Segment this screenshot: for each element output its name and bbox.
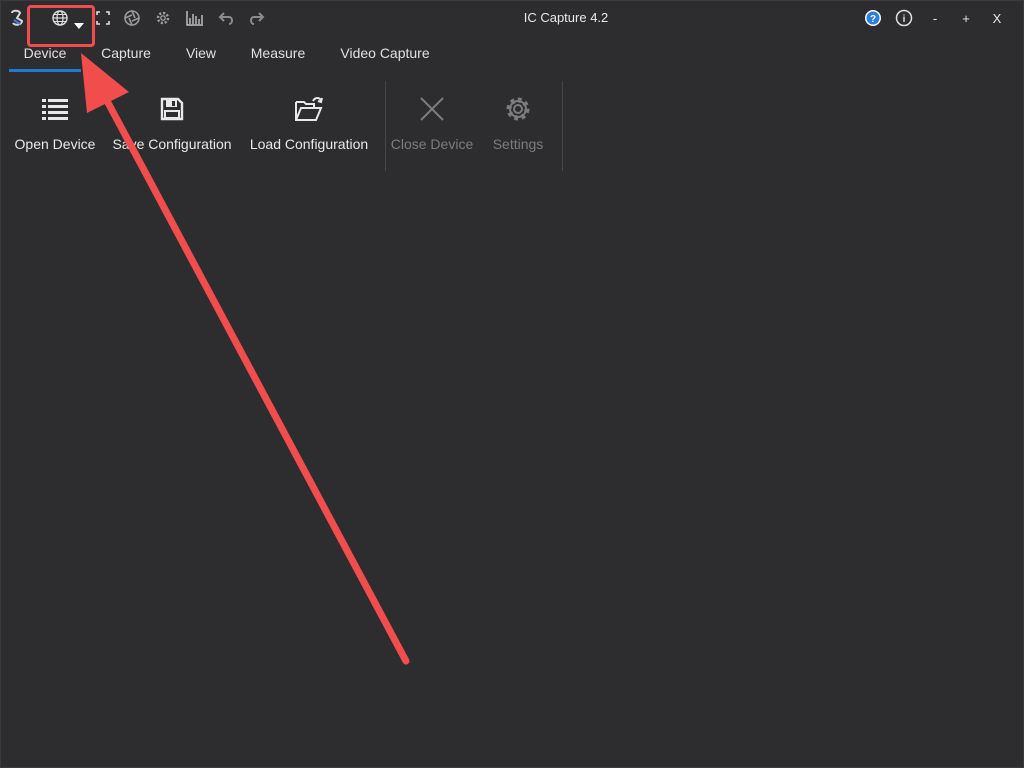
settings-button[interactable]: Settings [485,79,551,171]
app-logo-icon [7,9,27,27]
close-window-button[interactable]: X [987,8,1007,28]
info-icon: i [903,14,906,25]
app-window: IC Capture 4.2 ? i - + X Device Capture … [0,0,1024,768]
tab-measure[interactable]: Measure [231,41,325,71]
tab-capture[interactable]: Capture [81,41,171,71]
open-folder-icon [294,95,324,123]
save-configuration-button[interactable]: Save Configuration [109,79,235,171]
help-button[interactable]: ? [863,8,883,28]
tab-video-capture[interactable]: Video Capture [325,41,445,71]
open-device-button[interactable]: Open Device [9,79,101,171]
gear-icon [503,95,533,123]
minimize-button[interactable]: - [925,8,945,28]
settings-label: Settings [492,136,544,152]
fullscreen-icon[interactable] [93,9,113,27]
annotation-highlight-box [27,5,95,47]
aperture-icon[interactable] [122,9,142,27]
floppy-disk-icon [160,95,184,123]
maximize-button[interactable]: + [956,8,976,28]
close-x-icon [419,95,445,123]
ribbon-separator [562,81,563,171]
open-device-label: Open Device [14,136,96,152]
close-device-button[interactable]: Close Device [389,79,475,171]
undo-icon[interactable] [216,9,236,27]
close-device-label: Close Device [390,136,474,152]
gear-icon[interactable] [153,9,173,27]
histogram-icon[interactable] [185,9,205,27]
info-button[interactable]: i [894,8,914,28]
tab-view[interactable]: View [171,41,231,71]
load-configuration-label: Load Configuration [249,136,369,152]
redo-icon[interactable] [247,9,267,27]
ribbon-separator [385,81,386,171]
load-configuration-button[interactable]: Load Configuration [245,79,373,171]
save-configuration-label: Save Configuration [112,136,232,152]
title-bar: IC Capture 4.2 ? i - + X [1,1,1024,35]
list-icon [41,95,69,123]
help-icon: ? [870,14,876,25]
ribbon-panel: Open Device Save Configuration Load Conf… [1,79,1024,173]
